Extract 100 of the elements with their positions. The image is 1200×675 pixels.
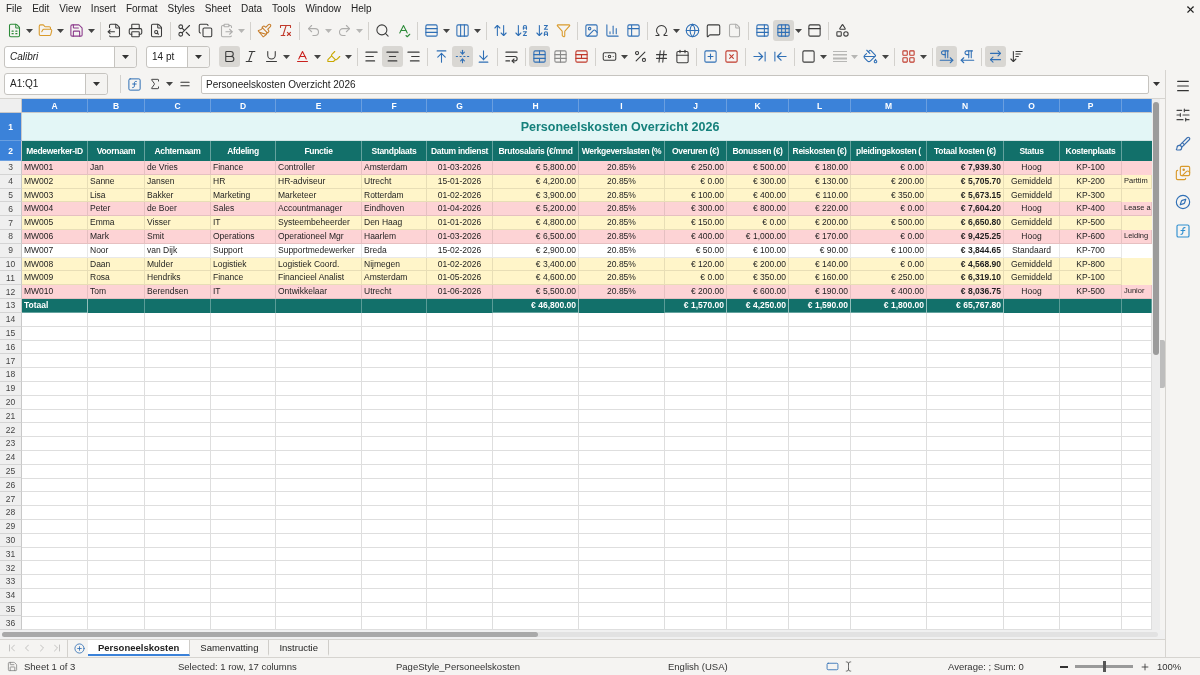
column-header[interactable]: J — [665, 99, 727, 113]
caret-icon[interactable] — [474, 28, 481, 33]
caret-icon[interactable] — [443, 28, 450, 33]
row-header[interactable]: 32 — [0, 561, 22, 575]
caret-icon[interactable] — [920, 54, 927, 59]
dropdown-button[interactable] — [187, 46, 209, 67]
row-header[interactable]: 31 — [0, 547, 22, 562]
rectangle-icon[interactable] — [826, 660, 839, 673]
row-header[interactable]: 16 — [0, 340, 22, 355]
caret-icon[interactable] — [88, 28, 95, 33]
align-center-button[interactable] — [382, 46, 403, 67]
caret-icon[interactable] — [820, 54, 827, 59]
row-header[interactable]: 1 — [0, 113, 22, 141]
menu-item[interactable]: Edit — [27, 1, 55, 17]
row-header[interactable]: 21 — [0, 409, 22, 424]
plus-circle-icon[interactable] — [74, 642, 85, 654]
menu-item[interactable]: Insert — [85, 1, 121, 17]
row-header[interactable]: 3 — [0, 161, 22, 175]
column-header[interactable]: H — [493, 99, 579, 113]
caret-icon[interactable] — [92, 82, 100, 86]
caret-icon[interactable] — [314, 54, 321, 59]
caret-icon[interactable] — [882, 54, 889, 59]
name-box[interactable]: A1:Q1 — [4, 73, 108, 95]
sigma-icon[interactable] — [148, 77, 162, 91]
menu-item[interactable]: Styles — [162, 1, 200, 17]
language[interactable]: English (USA) — [668, 661, 728, 672]
text-cursor-icon[interactable] — [843, 661, 854, 672]
menu-item[interactable]: Sheet — [199, 1, 236, 17]
row-header[interactable]: 26 — [0, 478, 22, 493]
caret-icon[interactable] — [795, 28, 802, 33]
column-header[interactable]: G — [427, 99, 493, 113]
menu-item[interactable]: Format — [120, 1, 163, 17]
row-header[interactable]: 2 — [0, 141, 22, 161]
column-header[interactable]: D — [211, 99, 276, 113]
caret-icon[interactable] — [166, 82, 173, 86]
menu-item[interactable]: View — [54, 1, 86, 17]
row-header[interactable]: 17 — [0, 354, 22, 368]
column-header[interactable]: A — [22, 99, 88, 113]
merge-and-center-button[interactable] — [529, 46, 550, 67]
menu-item[interactable]: Help — [346, 1, 377, 17]
sidebar-handle[interactable] — [1160, 340, 1165, 388]
menu-item[interactable]: Window — [300, 1, 346, 17]
zoom-out-icon[interactable] — [1060, 665, 1068, 668]
function-icon[interactable] — [127, 76, 142, 92]
row-header[interactable]: 36 — [0, 616, 22, 631]
slider-thumb[interactable] — [1103, 661, 1106, 672]
column-header[interactable]: K — [727, 99, 789, 113]
row-header[interactable]: 27 — [0, 492, 22, 506]
properties-button[interactable] — [1174, 106, 1192, 124]
column-header[interactable]: F — [362, 99, 427, 113]
caret-icon[interactable] — [345, 54, 352, 59]
functions-button[interactable] — [1174, 222, 1192, 240]
column-header[interactable]: E — [276, 99, 362, 113]
column-header[interactable]: O — [1004, 99, 1060, 113]
horizontal-scrollbar[interactable] — [2, 632, 1158, 637]
column-header[interactable]: N — [927, 99, 1004, 113]
text-left-to-right-button[interactable] — [985, 46, 1006, 67]
row-header[interactable]: 7 — [0, 216, 22, 230]
center-vertically-button[interactable] — [452, 46, 473, 67]
row-header[interactable]: 12 — [0, 285, 22, 299]
row-header[interactable]: 6 — [0, 202, 22, 217]
column-header[interactable]: M — [851, 99, 927, 113]
page-style[interactable]: PageStyle_Personeelskosten — [396, 661, 521, 672]
sheet-tab[interactable]: Personeelskosten — [88, 640, 191, 656]
row-header[interactable]: 11 — [0, 271, 22, 286]
column-header[interactable]: P — [1060, 99, 1122, 113]
caret-icon[interactable] — [57, 28, 64, 33]
formula-field[interactable]: Personeelskosten Overzicht 2026 — [201, 74, 1149, 94]
row-header[interactable]: 22 — [0, 423, 22, 437]
caret-icon[interactable] — [1153, 82, 1160, 86]
caret-icon[interactable] — [26, 28, 33, 33]
column-header[interactable]: I — [579, 99, 665, 113]
caret-icon[interactable] — [621, 54, 628, 59]
dropdown-button[interactable] — [114, 46, 136, 67]
caret-icon[interactable] — [194, 54, 202, 59]
zoom-in-icon[interactable] — [1140, 661, 1150, 672]
menu-item[interactable]: Tools — [267, 1, 301, 17]
column-header[interactable]: L — [789, 99, 851, 113]
column-header[interactable]: B — [88, 99, 145, 113]
scrollbar-thumb[interactable] — [2, 632, 538, 637]
font-size-field[interactable]: 14 pt — [146, 45, 210, 68]
scrollbar-thumb[interactable] — [1153, 102, 1159, 355]
navigator-button[interactable] — [1174, 193, 1192, 211]
caret-icon[interactable] — [121, 54, 129, 59]
menu-item[interactable]: File — [1, 1, 28, 17]
caret-icon[interactable] — [673, 28, 680, 33]
left-to-right-button[interactable] — [936, 46, 957, 67]
zoom-level[interactable]: 100% — [1157, 661, 1182, 672]
bold-button[interactable] — [219, 46, 240, 67]
sheet-tab[interactable]: Instructie — [269, 640, 329, 656]
close-button[interactable] — [1184, 3, 1196, 15]
column-header[interactable]: C — [145, 99, 211, 113]
vertical-scrollbar[interactable] — [1152, 99, 1160, 630]
sheet-tab[interactable]: Samenvatting — [190, 640, 270, 656]
menu-item[interactable]: Data — [235, 1, 268, 17]
caret-icon[interactable] — [283, 54, 290, 59]
styles-button[interactable] — [1174, 135, 1192, 153]
font-name-field[interactable]: Calibri — [4, 45, 137, 68]
dropdown-button[interactable] — [85, 74, 107, 94]
freeze-rows-columns-button[interactable] — [773, 20, 794, 41]
